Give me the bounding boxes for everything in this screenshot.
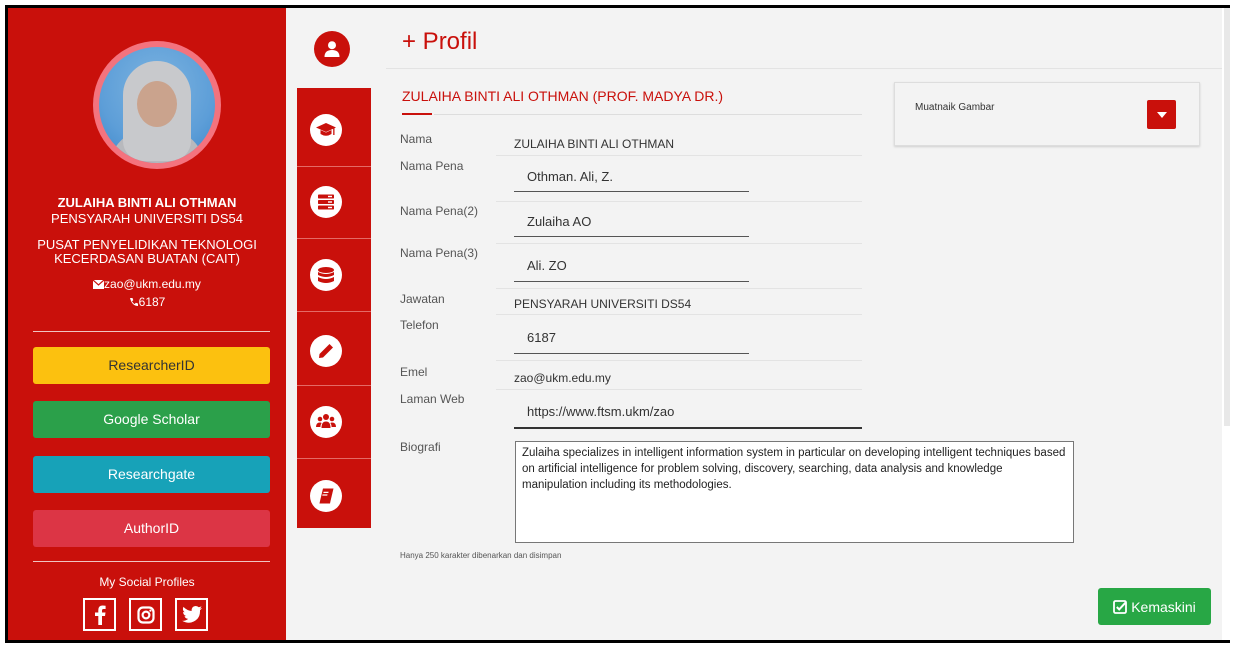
sidebar-divider [33,561,270,562]
profile-heading: ZULAIHA BINTI ALI OTHMAN (PROF. MADYA DR… [402,88,724,104]
envelope-icon [92,279,105,289]
nav-divider [297,311,371,312]
caret-down-icon [1156,111,1167,118]
pencil-icon[interactable] [310,335,342,367]
nama-pena-label: Nama Pena [400,159,464,173]
sidebar-phone-text: 6187 [138,295,166,309]
page-title: + Profil [402,28,478,55]
sidebar-department-line1: PUSAT PENYELIDIKAN TEKNOLOGI [37,237,257,252]
users-icon[interactable] [310,406,342,438]
nama-pena-2-label: Nama Pena(2) [400,204,479,218]
heading-underline [402,113,432,115]
researcherid-button[interactable]: ResearcherID [33,347,270,384]
social-profiles-title: My Social Profiles [99,575,195,589]
biografi-label: Biografi [400,440,441,454]
title-divider [386,68,1222,69]
sidebar-department-line2: KECERDASAN BUATAN (CAIT) [54,251,240,266]
jawatan-value: PENSYARAH UNIVERSITI DS54 [514,297,692,311]
upload-image-panel: Muatnaik Gambar [894,82,1200,146]
graduation-cap-icon[interactable] [310,114,342,146]
scrollbar[interactable] [1222,8,1230,640]
nama-pena-3-label: Nama Pena(3) [400,246,479,260]
server-icon[interactable] [310,186,342,218]
sidebar-phone: 6187 [8,295,286,309]
facebook-icon[interactable] [83,598,116,631]
app-frame: ZULAIHA BINTI ALI OTHMAN PENSYARAH UNIVE… [5,5,1230,643]
check-square-icon [1113,599,1128,614]
biografi-textarea[interactable]: Zulaiha specializes in intelligent infor… [515,441,1074,543]
telefon-input[interactable]: 6187 [514,318,749,354]
kemaskini-button[interactable]: Kemaskini [1098,588,1211,625]
nav-divider [297,385,371,386]
row-divider [496,201,862,202]
nama-pena-input[interactable]: Othman. Ali, Z. [514,159,749,192]
researchgate-button[interactable]: Researchgate [33,456,270,493]
kemaskini-label: Kemaskini [1131,598,1196,615]
row-divider [496,314,862,315]
avatar [93,41,221,169]
profile-sidebar: ZULAIHA BINTI ALI OTHMAN PENSYARAH UNIVE… [8,8,286,640]
row-divider [496,155,862,156]
nav-divider [297,458,371,459]
row-divider [496,243,862,244]
scrollbar-thumb[interactable] [1224,8,1230,426]
biografi-note: Hanya 250 karakter dibenarkan dan disimp… [400,551,562,560]
nama-pena-3-input[interactable]: Ali. ZO [514,246,749,282]
jawatan-label: Jawatan [400,292,445,306]
user-icon[interactable] [314,31,350,67]
row-divider [496,360,862,361]
instagram-icon[interactable] [129,598,162,631]
nav-divider [297,238,371,239]
database-icon[interactable] [310,259,342,291]
row-divider [496,389,862,390]
profile-main: + Profil ZULAIHA BINTI ALI OTHMAN (PROF.… [386,8,1222,640]
phone-icon [129,298,138,306]
profile-icon-nav [297,88,371,528]
twitter-icon[interactable] [175,598,208,631]
nama-pena-2-input[interactable]: Zulaiha AO [514,204,749,237]
row-divider [496,288,862,289]
sidebar-email-text: zao@ukm.edu.my [104,277,201,291]
sidebar-position: PENSYARAH UNIVERSITI DS54 [51,211,243,226]
avatar-face [137,81,177,127]
upload-dropdown-button[interactable] [1147,100,1176,129]
laman-web-input[interactable]: https://www.ftsm.ukm/zao [514,392,862,429]
book-icon[interactable] [310,480,342,512]
sidebar-email: zao@ukm.edu.my [8,277,286,291]
sidebar-full-name: ZULAIHA BINTI ALI OTHMAN [57,195,237,210]
nama-value: ZULAIHA BINTI ALI OTHMAN [514,137,675,151]
upload-image-label: Muatnaik Gambar [915,102,995,113]
sidebar-divider [33,331,270,332]
laman-web-label: Laman Web [400,392,465,406]
heading-underline-rule [434,114,862,115]
avatar-photo [99,47,215,163]
authorid-button[interactable]: AuthorID [33,510,270,547]
google-scholar-button[interactable]: Google Scholar [33,401,270,438]
emel-value: zao@ukm.edu.my [514,371,611,385]
telefon-label: Telefon [400,318,439,332]
nav-divider [297,166,371,167]
nama-label: Nama [400,132,433,146]
emel-label: Emel [400,365,428,379]
